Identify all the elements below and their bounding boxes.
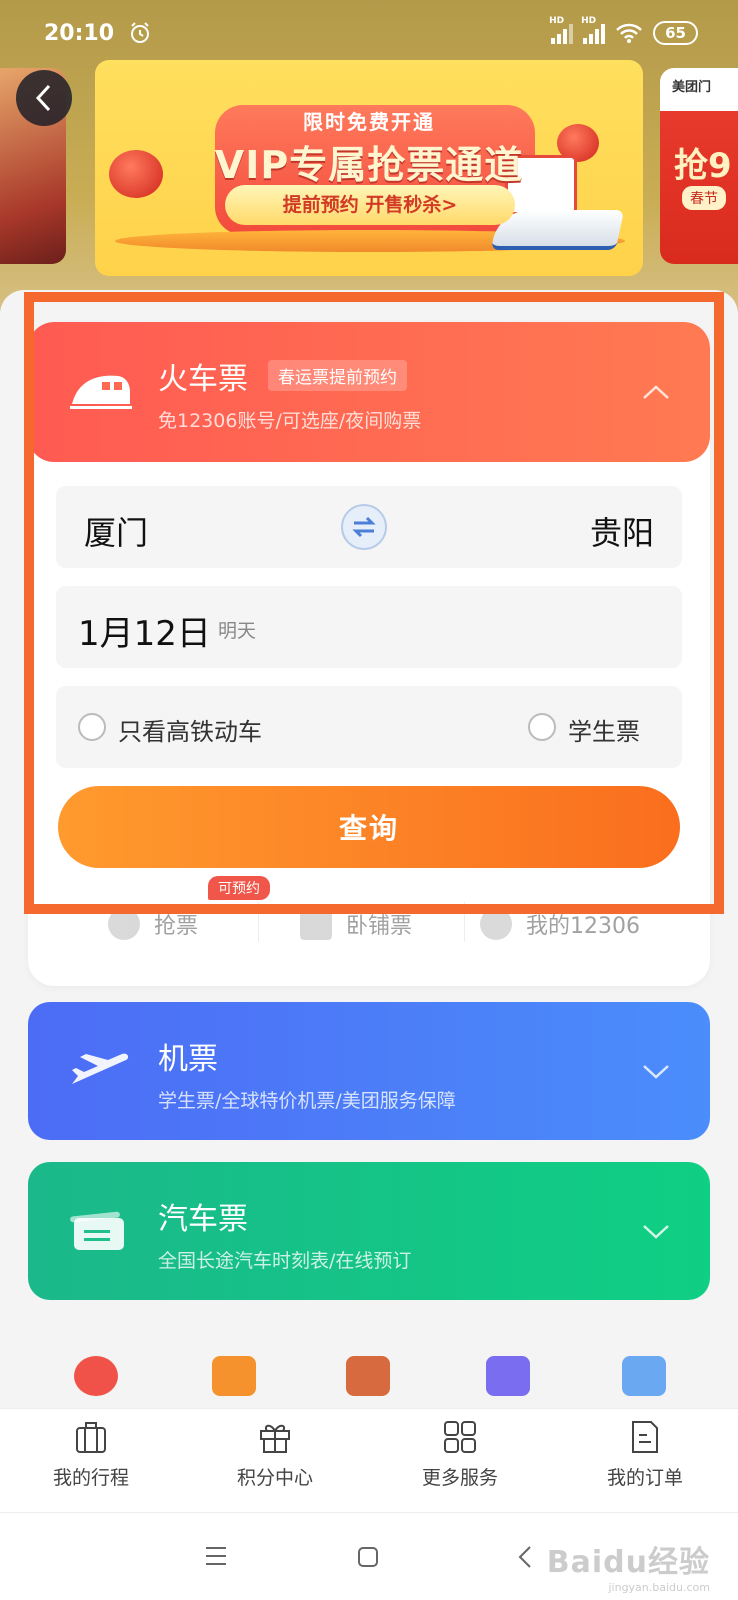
train-subtitle: 免12306账号/可选座/夜间购票	[158, 410, 422, 432]
battery-level: 65	[665, 24, 686, 42]
student-ticket-label[interactable]: 学生票	[568, 712, 640, 747]
tab-more-services-label: 更多服务	[421, 1467, 498, 1489]
12306-icon	[480, 908, 512, 940]
hotel-icon[interactable]	[346, 1356, 390, 1396]
tab-points-center-label: 积分中心	[236, 1467, 313, 1489]
airplane-icon	[72, 1053, 129, 1084]
seat-icon[interactable]	[212, 1356, 256, 1396]
train-title: 火车票	[158, 362, 248, 397]
banner-next[interactable]: 美团门 抢9 春节	[660, 68, 738, 264]
flight-subtitle: 学生票/全球特价机票/美团服务保障	[158, 1090, 456, 1112]
spring-presale-badge: 春运票提前预约	[268, 360, 407, 391]
stopwatch-icon[interactable]	[74, 1356, 118, 1396]
menu-icon[interactable]	[204, 1545, 228, 1567]
bottom-tab-bar: 我的行程 积分中心 更多服务 我的订单	[0, 1408, 738, 1512]
student-ticket-radio[interactable]	[528, 713, 556, 741]
query-button[interactable]: 查询	[58, 786, 680, 868]
sleeper-icon	[300, 908, 332, 940]
tab-points-center[interactable]: 积分中心	[200, 1419, 350, 1490]
high-speed-only-radio[interactable]	[78, 713, 106, 741]
signal-icon-2: HD	[581, 16, 606, 44]
departure-station[interactable]: 厦门	[84, 508, 148, 554]
swap-stations-button[interactable]	[341, 504, 387, 550]
banner-next-brand: 美团门	[672, 80, 712, 95]
banner-subtitle: 提前预约 开售秒杀>	[225, 185, 515, 225]
ticket-options: 只看高铁动车 学生票	[56, 686, 682, 768]
date-relative-label: 明天	[218, 620, 257, 642]
back-button[interactable]	[16, 70, 72, 126]
reservable-tag: 可预约	[208, 876, 270, 900]
chevron-down-icon	[643, 1225, 669, 1239]
high-speed-only-label[interactable]: 只看高铁动车	[118, 712, 262, 747]
tab-my-orders-label: 我的订单	[606, 1467, 683, 1489]
service-icons-row	[0, 1350, 738, 1410]
sleeper-ticket-link[interactable]: 卧铺票	[300, 908, 412, 940]
bus-title: 汽车票	[158, 1202, 248, 1237]
train-icon	[70, 375, 132, 409]
bus-subtitle: 全国长途汽车时刻表/在线预订	[158, 1250, 412, 1272]
vip-banner[interactable]: 限时免费开通 VIP专属抢票通道 提前预约 开售秒杀>	[95, 60, 643, 276]
chart-icon[interactable]	[622, 1356, 666, 1396]
train-ticket-card: 火车票 春运票提前预约 免12306账号/可选座/夜间购票 厦门 贵阳 1月12…	[28, 322, 710, 986]
status-bar: 20:10 HD HD 65	[0, 0, 738, 66]
chevron-left-icon	[35, 84, 51, 112]
alarm-icon	[131, 22, 150, 43]
system-navigation-bar: Baidu经验 jingyan.baidu.com	[0, 1512, 738, 1600]
flight-ticket-card[interactable]: 机票 学生票/全球特价机票/美团服务保障	[28, 1002, 710, 1140]
departure-date: 1月12日	[78, 614, 211, 654]
station-selector: 厦门 贵阳	[56, 486, 682, 568]
briefcase-icon[interactable]	[486, 1356, 530, 1396]
banner-next-small: 春节	[682, 186, 726, 210]
lightning-icon	[108, 908, 140, 940]
status-time: 20:10	[44, 20, 115, 46]
signal-icon: HD	[549, 16, 574, 44]
date-selector[interactable]: 1月12日 明天	[56, 586, 682, 668]
chevron-up-icon	[643, 385, 669, 399]
tab-more-services[interactable]: 更多服务	[385, 1419, 535, 1490]
tab-my-orders[interactable]: 我的订单	[570, 1419, 720, 1490]
train-quick-links: 可预约 抢票 卧铺票 我的12306	[28, 876, 710, 972]
banner-next-big: 抢9	[674, 146, 732, 186]
baidu-watermark: Baidu经验 jingyan.baidu.com	[546, 1545, 710, 1594]
bus-ticket-icon	[70, 1211, 124, 1250]
tab-my-trips-label: 我的行程	[52, 1467, 129, 1489]
tab-my-trips[interactable]: 我的行程	[16, 1419, 166, 1490]
arrival-station[interactable]: 贵阳	[590, 508, 654, 554]
grid-icon	[444, 1421, 476, 1453]
bus-ticket-card[interactable]: 汽车票 全国长途汽车时刻表/在线预订	[28, 1162, 710, 1300]
document-icon	[632, 1421, 658, 1453]
suitcase-icon	[76, 1422, 106, 1453]
home-icon[interactable]	[356, 1545, 380, 1569]
my-12306-link[interactable]: 我的12306	[480, 908, 640, 940]
wifi-icon	[616, 23, 643, 43]
back-nav-icon[interactable]	[516, 1545, 534, 1569]
banner-top-label: 限时免费开通	[303, 110, 435, 134]
grab-ticket-link[interactable]: 抢票	[108, 908, 198, 940]
chevron-down-icon	[643, 1065, 669, 1079]
flight-title: 机票	[158, 1042, 218, 1077]
train-header[interactable]: 火车票 春运票提前预约 免12306账号/可选座/夜间购票	[28, 322, 710, 462]
battery-icon: 65	[653, 21, 698, 45]
swap-icon	[352, 516, 376, 538]
banner-title: VIP专属抢票通道	[214, 143, 524, 187]
gift-icon	[260, 1424, 290, 1453]
